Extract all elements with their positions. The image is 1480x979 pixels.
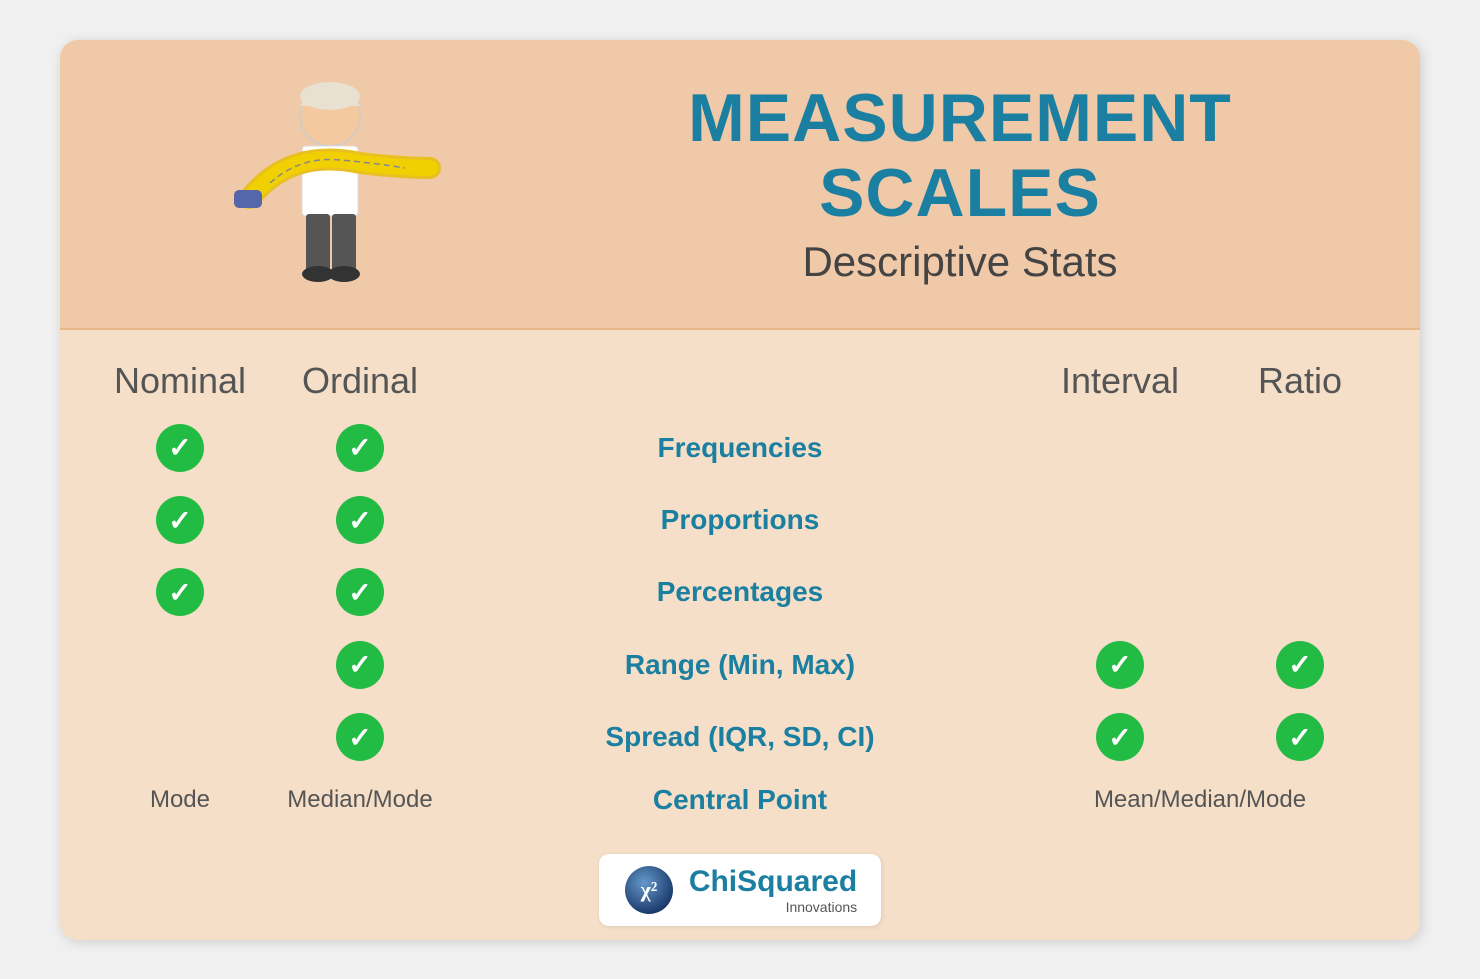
- header-titles: MEASUREMENT SCALES Descriptive Stats: [520, 81, 1360, 287]
- brand-area: χ² ChiSquared Innovations: [60, 840, 1420, 940]
- header-figure: [120, 40, 520, 328]
- check-icon: ✓: [336, 568, 384, 616]
- subtitle: Descriptive Stats: [802, 238, 1117, 286]
- svg-text:χ²: χ²: [639, 877, 657, 902]
- brand-text: ChiSquared Innovations: [689, 865, 857, 915]
- person-illustration: [190, 78, 450, 328]
- check-icon: ✓: [1276, 713, 1324, 761]
- check-icon: ✓: [1096, 641, 1144, 689]
- row-proportions: ✓ ✓ Proportions: [100, 496, 1380, 544]
- main-card: MEASUREMENT SCALES Descriptive Stats Nom…: [60, 40, 1420, 940]
- range-ordinal: ✓: [260, 641, 460, 689]
- main-content: Nominal Ordinal Interval Ratio ✓ ✓ Frequ…: [60, 330, 1420, 840]
- spread-label: Spread (IQR, SD, CI): [460, 721, 1020, 753]
- check-icon: ✓: [336, 496, 384, 544]
- prop-label: Proportions: [460, 504, 1020, 536]
- check-icon: ✓: [156, 568, 204, 616]
- pct-label: Percentages: [460, 576, 1020, 608]
- ratio-header: Ratio: [1220, 360, 1380, 402]
- interval-header: Interval: [1020, 360, 1220, 402]
- footer-center-label: Central Point: [460, 784, 1020, 816]
- brand-box: χ² ChiSquared Innovations: [599, 854, 881, 926]
- range-label: Range (Min, Max): [460, 649, 1020, 681]
- check-icon: ✓: [156, 496, 204, 544]
- main-title: MEASUREMENT SCALES: [688, 81, 1232, 231]
- header-section: MEASUREMENT SCALES Descriptive Stats: [60, 40, 1420, 330]
- row-spread: ✓ Spread (IQR, SD, CI) ✓ ✓: [100, 713, 1380, 761]
- check-icon: ✓: [336, 713, 384, 761]
- check-icon: ✓: [156, 424, 204, 472]
- footer-labels-row: Mode Median/Mode Central Point Mean/Medi…: [100, 784, 1380, 820]
- range-ratio: ✓: [1220, 641, 1380, 689]
- footer-nominal-label: Mode: [100, 786, 260, 814]
- data-rows: ✓ ✓ Frequencies ✓ ✓ Proportions: [100, 412, 1380, 774]
- footer-ordinal-label: Median/Mode: [260, 786, 460, 814]
- brand-tagline: Innovations: [689, 899, 857, 915]
- range-interval: ✓: [1020, 641, 1220, 689]
- brand-name: ChiSquared: [689, 865, 857, 899]
- freq-label: Frequencies: [460, 432, 1020, 464]
- check-icon: ✓: [336, 424, 384, 472]
- prop-ordinal: ✓: [260, 496, 460, 544]
- prop-nominal: ✓: [100, 496, 260, 544]
- spread-interval: ✓: [1020, 713, 1220, 761]
- footer-interval-ratio-label: Mean/Median/Mode: [1020, 786, 1380, 814]
- row-percentages: ✓ ✓ Percentages: [100, 568, 1380, 616]
- row-frequencies: ✓ ✓ Frequencies: [100, 424, 1380, 472]
- freq-ordinal: ✓: [260, 424, 460, 472]
- pct-nominal: ✓: [100, 568, 260, 616]
- spread-ratio: ✓: [1220, 713, 1380, 761]
- check-icon: ✓: [336, 641, 384, 689]
- pct-ordinal: ✓: [260, 568, 460, 616]
- freq-nominal: ✓: [100, 424, 260, 472]
- brand-logo-icon: χ²: [623, 864, 675, 916]
- nominal-header: Nominal: [100, 360, 260, 402]
- column-headers: Nominal Ordinal Interval Ratio: [100, 360, 1380, 402]
- spread-ordinal: ✓: [260, 713, 460, 761]
- ordinal-header: Ordinal: [260, 360, 460, 402]
- check-icon: ✓: [1096, 713, 1144, 761]
- row-range: ✓ Range (Min, Max) ✓ ✓: [100, 641, 1380, 689]
- check-icon: ✓: [1276, 641, 1324, 689]
